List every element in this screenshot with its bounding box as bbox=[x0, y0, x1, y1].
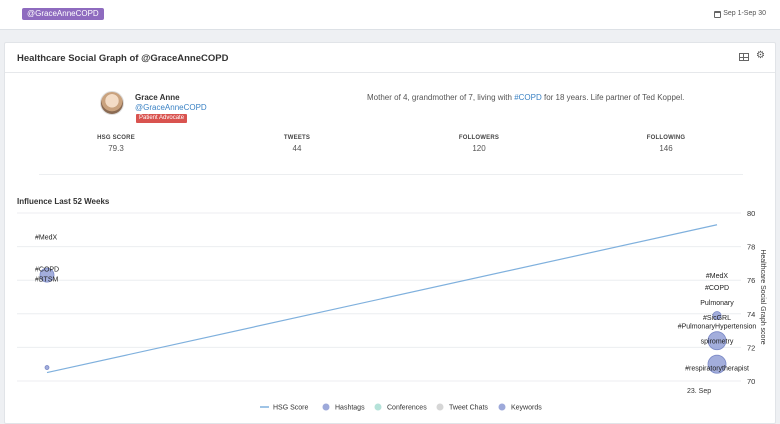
legend-item-label[interactable]: Hashtags bbox=[335, 405, 365, 412]
y-tick-label: 74 bbox=[747, 310, 755, 319]
legend-dot-swatch bbox=[498, 403, 506, 411]
legend-item-label[interactable]: Conferences bbox=[387, 405, 427, 412]
y-tick-label: 80 bbox=[747, 209, 755, 218]
date-range-label: Sep 1-Sep 30 bbox=[723, 10, 766, 17]
legend-item-label[interactable]: HSG Score bbox=[273, 405, 309, 412]
hashtag-bubble bbox=[44, 365, 50, 370]
y-axis-label: Healthcare Social Graph score bbox=[759, 249, 766, 344]
hashtag-annotation: spirometry bbox=[701, 339, 734, 346]
hashtag-annotation: #MedX bbox=[35, 235, 58, 242]
handle-badge[interactable]: @GraceAnneCOPD bbox=[22, 8, 104, 20]
y-tick-label: 70 bbox=[747, 377, 755, 386]
hashtag-annotation: #SicGRL bbox=[703, 315, 731, 322]
hashtag-annotation: #PulmonaryHypertension bbox=[678, 324, 757, 331]
x-tick-label: 23. Sep bbox=[687, 388, 711, 395]
legend-dot-swatch bbox=[374, 403, 382, 411]
hashtag-annotation: #respiratorytherapist bbox=[685, 366, 749, 373]
influence-chart: 70 72 74 76 78 80 Healthcare Social Graph scor… bbox=[17, 209, 766, 412]
y-tick-label: 78 bbox=[747, 243, 755, 252]
hashtag-annotation: #COPD bbox=[705, 285, 729, 292]
hashtag-annotation: Pulmonary bbox=[700, 300, 734, 307]
legend-dot-swatch bbox=[322, 403, 330, 411]
social-graph-panel: Healthcare Social Graph of @GraceAnneCOP… bbox=[4, 42, 776, 424]
y-tick-label: 76 bbox=[747, 276, 755, 285]
legend-item-label[interactable]: Keywords bbox=[511, 405, 542, 412]
hashtag-annotation: #MedX bbox=[706, 273, 729, 280]
hashtag-annotation: #BTSM bbox=[35, 277, 59, 284]
y-tick-label: 72 bbox=[747, 343, 755, 352]
calendar-icon bbox=[714, 10, 722, 18]
top-bar: @GraceAnneCOPD Sep 1-Sep 30 bbox=[0, 0, 780, 30]
hashtag-annotation: #COPD bbox=[35, 266, 59, 273]
legend-dot-swatch bbox=[436, 403, 444, 411]
date-range-picker[interactable]: Sep 1-Sep 30 bbox=[714, 8, 766, 20]
legend-item-label[interactable]: Tweet Chats bbox=[449, 405, 488, 412]
